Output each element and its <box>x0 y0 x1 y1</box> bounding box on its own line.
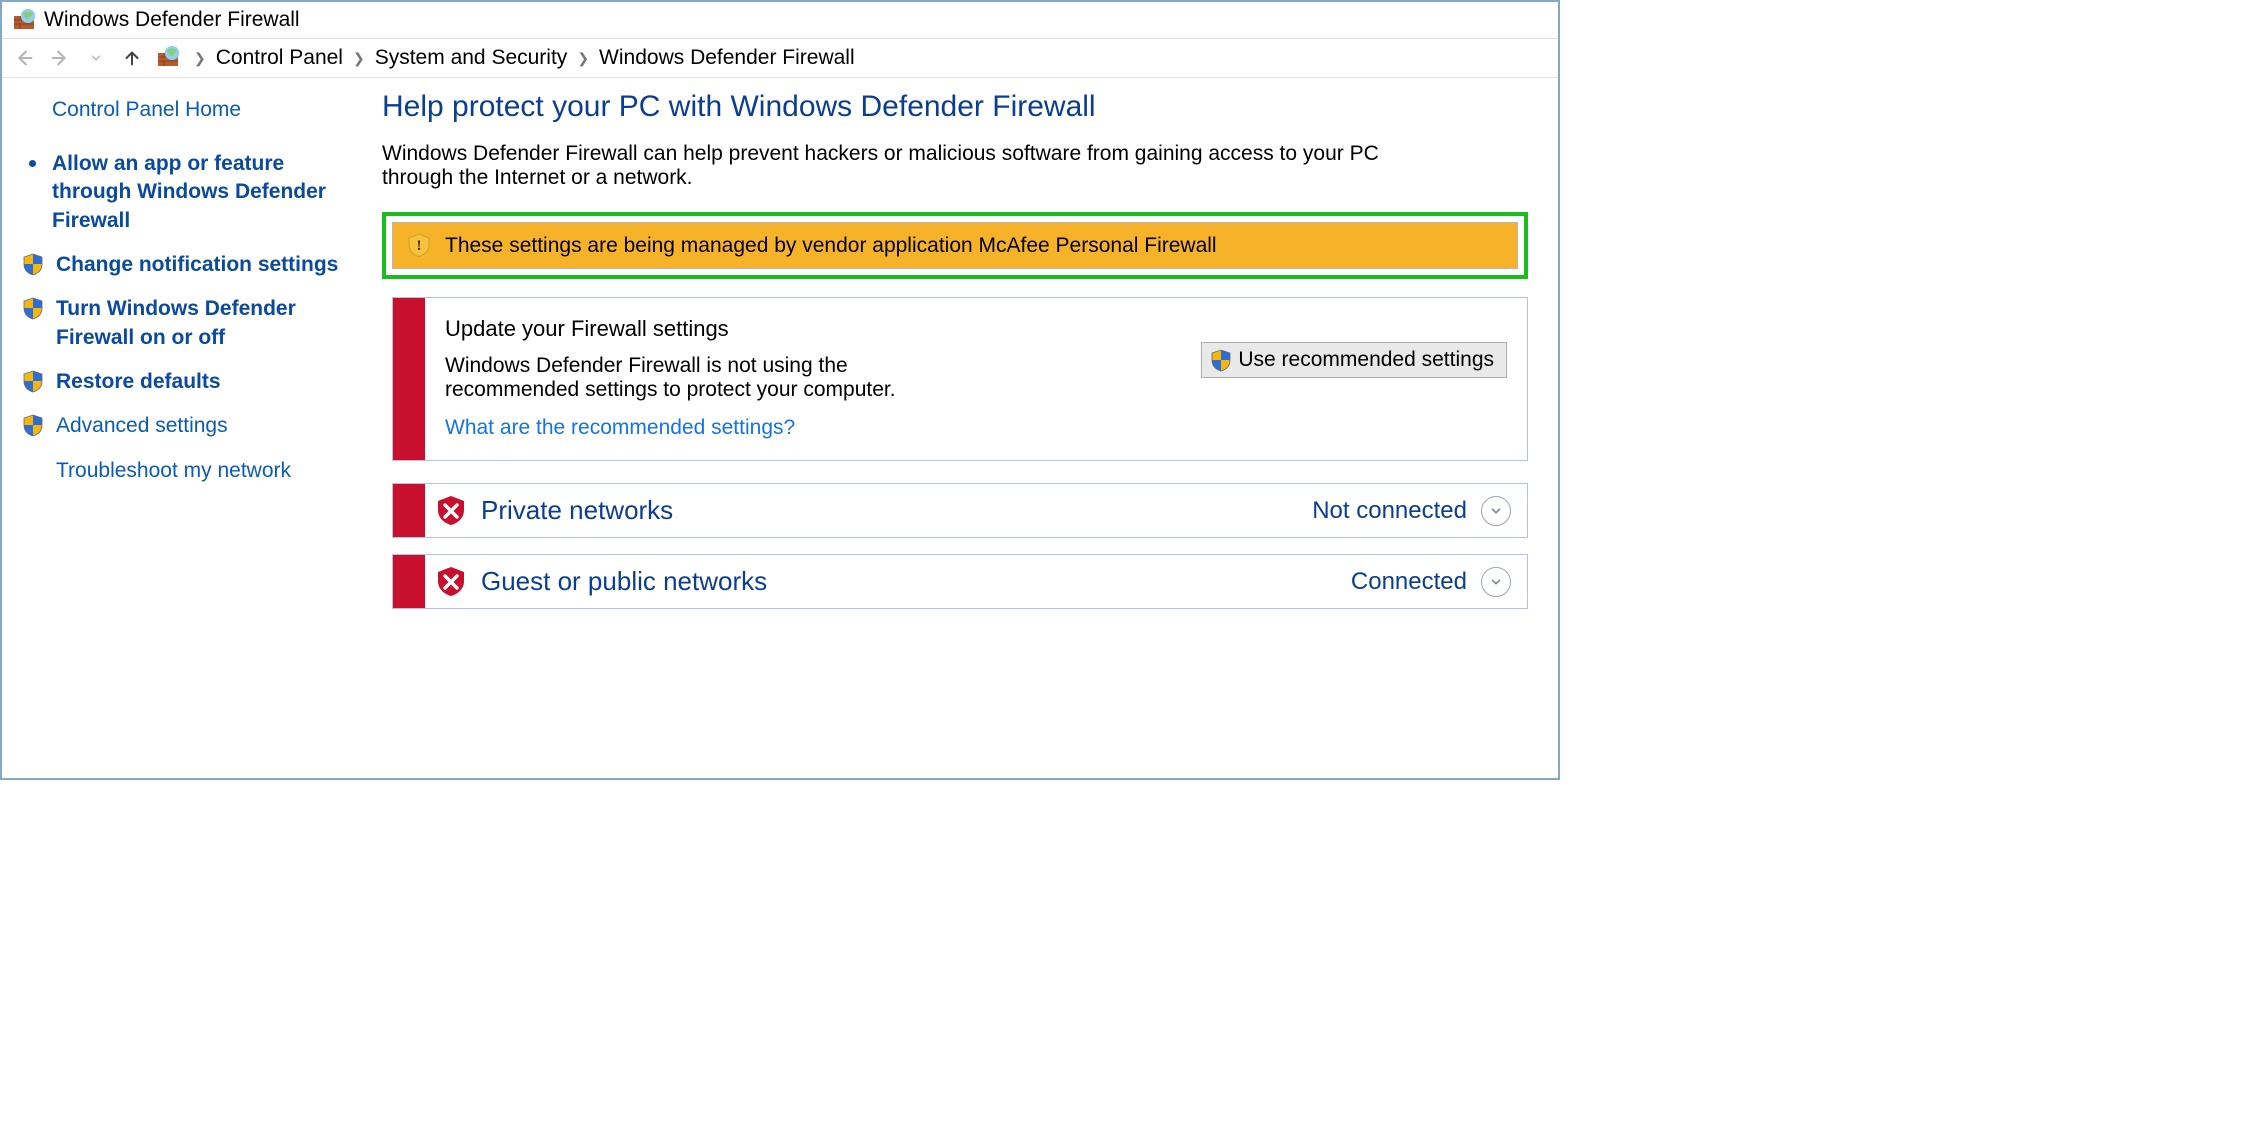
warning-shield-icon <box>407 233 431 258</box>
alert-stripe <box>393 484 425 537</box>
main-panel: Help protect your PC with Windows Defend… <box>362 78 1558 778</box>
vendor-banner-highlight: These settings are being managed by vend… <box>382 212 1528 279</box>
shield-icon <box>22 295 46 320</box>
sidebar-item-troubleshoot[interactable]: Troubleshoot my network <box>22 457 348 485</box>
network-section-private[interactable]: Private networks Not connected <box>392 483 1528 538</box>
network-title: Private networks <box>481 495 1298 526</box>
page-heading: Help protect your PC with Windows Defend… <box>382 90 1528 124</box>
sidebar-item-label: Restore defaults <box>56 368 348 396</box>
sidebar-item-label: Change notification settings <box>56 251 348 279</box>
shield-error-icon <box>435 494 467 527</box>
titlebar: Windows Defender Firewall <box>2 2 1558 39</box>
vendor-banner-text: These settings are being managed by vend… <box>445 234 1217 258</box>
page-description: Windows Defender Firewall can help preve… <box>382 142 1382 190</box>
breadcrumb-item[interactable]: Control Panel <box>216 46 343 70</box>
sidebar: Control Panel Home Allow an app or featu… <box>2 78 362 778</box>
vendor-banner: These settings are being managed by vend… <box>392 222 1518 269</box>
breadcrumb-item[interactable]: System and Security <box>375 46 568 70</box>
chevron-down-icon[interactable] <box>1481 496 1511 526</box>
bullet-icon <box>22 150 42 167</box>
breadcrumb: ❯ Control Panel ❯ System and Security ❯ … <box>194 46 855 70</box>
button-label: Use recommended settings <box>1238 348 1494 372</box>
shield-icon <box>22 412 46 437</box>
network-status: Connected <box>1351 568 1467 596</box>
sidebar-item-label: Advanced settings <box>56 412 348 440</box>
recent-locations-dropdown[interactable] <box>84 46 108 70</box>
sidebar-item-label: Troubleshoot my network <box>56 457 348 485</box>
chevron-right-icon: ❯ <box>353 50 365 67</box>
shield-icon <box>22 251 46 276</box>
back-button[interactable] <box>12 46 36 70</box>
sidebar-item-label: Allow an app or feature through Windows … <box>52 150 348 235</box>
use-recommended-settings-button[interactable]: Use recommended settings <box>1201 342 1507 378</box>
shield-icon <box>22 368 46 393</box>
control-panel-home-link[interactable]: Control Panel Home <box>52 98 241 122</box>
network-title: Guest or public networks <box>481 566 1337 597</box>
shield-icon <box>1210 349 1232 372</box>
up-button[interactable] <box>120 46 144 70</box>
sidebar-item-label: Turn Windows Defender Firewall on or off <box>56 295 348 352</box>
forward-button[interactable] <box>48 46 72 70</box>
firewall-app-icon <box>12 8 36 32</box>
update-description: Windows Defender Firewall is not using t… <box>445 354 905 402</box>
window-title: Windows Defender Firewall <box>44 8 300 32</box>
sidebar-item-restore-defaults[interactable]: Restore defaults <box>22 368 348 396</box>
recommended-settings-link[interactable]: What are the recommended settings? <box>445 416 795 439</box>
alert-stripe <box>393 555 425 608</box>
shield-error-icon <box>435 565 467 598</box>
alert-stripe <box>393 298 425 460</box>
network-status: Not connected <box>1312 497 1467 525</box>
chevron-right-icon: ❯ <box>194 50 206 67</box>
sidebar-item-allow-app[interactable]: Allow an app or feature through Windows … <box>22 150 348 235</box>
network-section-public[interactable]: Guest or public networks Connected <box>392 554 1528 609</box>
chevron-down-icon[interactable] <box>1481 567 1511 597</box>
update-title: Update your Firewall settings <box>445 316 1171 342</box>
firewall-window: Windows Defender Firewall ❯ Control Pane… <box>0 0 1560 780</box>
sidebar-item-change-notifications[interactable]: Change notification settings <box>22 251 348 279</box>
chevron-right-icon: ❯ <box>577 50 589 67</box>
breadcrumb-icon <box>156 45 182 71</box>
breadcrumb-item[interactable]: Windows Defender Firewall <box>599 46 855 70</box>
addressbar: ❯ Control Panel ❯ System and Security ❯ … <box>2 39 1558 78</box>
sidebar-item-turn-on-off[interactable]: Turn Windows Defender Firewall on or off <box>22 295 348 352</box>
sidebar-item-advanced-settings[interactable]: Advanced settings <box>22 412 348 440</box>
update-settings-box: Update your Firewall settings Windows De… <box>392 297 1528 461</box>
